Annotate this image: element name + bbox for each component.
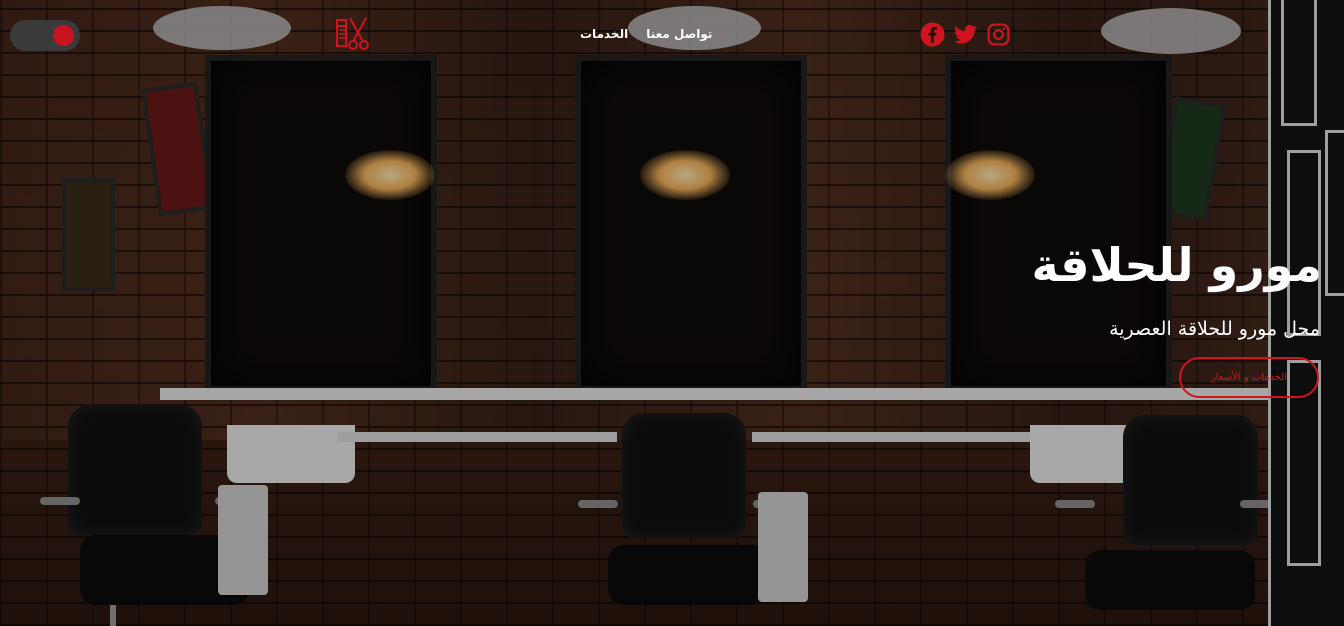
hero-background [0,0,1344,626]
twitter-icon[interactable] [953,22,978,47]
hero-title: مورو للحلاقة [1031,238,1322,292]
main-nav: الخدمات تواصل معنا [580,27,712,41]
instagram-icon[interactable] [986,22,1011,47]
facebook-icon[interactable] [920,22,945,47]
social-links [920,22,1011,47]
dark-overlay [0,0,1344,626]
services-prices-button[interactable]: الخدمات و الأسعار [1179,357,1319,398]
nav-link-contact[interactable]: تواصل معنا [646,27,712,41]
scissors-comb-logo-icon[interactable] [335,16,371,52]
nav-link-services[interactable]: الخدمات [580,27,628,41]
theme-toggle[interactable] [10,20,80,51]
toggle-knob [53,25,74,46]
hero-subtitle: محل مورو للحلاقة العصرية [1109,318,1320,340]
